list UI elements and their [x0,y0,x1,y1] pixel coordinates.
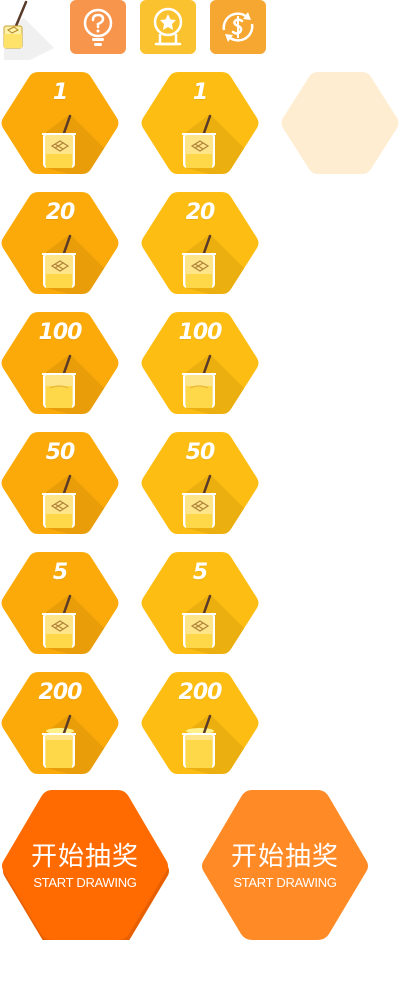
prize-tile[interactable]: 50 [140,430,260,536]
empty-prize-slot [280,70,400,176]
prize-tile[interactable]: 100 [140,310,260,416]
start-drawing-label-cn: 开始抽奖 [230,842,339,872]
prize-amount: 50 [185,440,216,465]
start-drawing-label-cn: 开始抽奖 [30,842,139,872]
prize-amount: 1 [192,80,208,105]
lightbulb-icon[interactable] [70,0,126,54]
start-drawing-label-en: START DRAWING [233,875,337,890]
prize-tile[interactable]: 20 [140,190,260,296]
prize-amount: 20 [185,200,216,225]
prize-tile[interactable]: 1 [0,70,120,176]
prize-amount: 20 [45,200,76,225]
prize-tile[interactable]: 5 [140,550,260,656]
start-drawing-button[interactable]: 开始抽奖 START DRAWING [0,790,170,940]
prize-amount: 1 [52,80,68,105]
prize-amount: 100 [38,320,83,345]
prize-tile[interactable]: 50 [0,430,120,536]
prize-tile[interactable]: 5 [0,550,120,656]
prize-amount: 100 [178,320,223,345]
prize-tile[interactable]: 200 [140,670,260,776]
prize-tile[interactable]: 1 [140,70,260,176]
prize-tile[interactable]: 100 [0,310,120,416]
coin-swap-icon[interactable] [210,0,266,54]
prize-tile[interactable]: 200 [0,670,120,776]
prize-amount: 50 [45,440,76,465]
start-drawing-button-alt[interactable]: 开始抽奖 START DRAWING [200,790,370,940]
honey-jar-icon [0,0,60,60]
prize-tile[interactable]: 20 [0,190,120,296]
award-medal-icon[interactable] [140,0,196,54]
prize-amount: 5 [192,560,208,585]
prize-amount: 200 [178,680,223,705]
prize-amount: 5 [52,560,68,585]
start-drawing-label-en: START DRAWING [33,875,137,890]
prize-amount: 200 [38,680,83,705]
